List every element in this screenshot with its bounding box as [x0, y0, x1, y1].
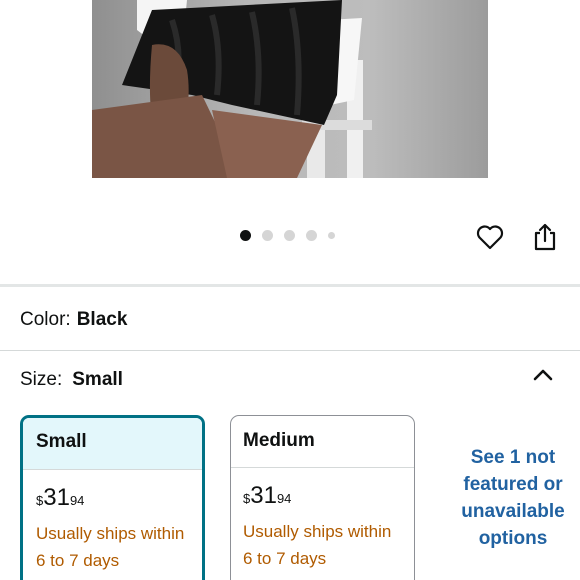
carousel-dot-4[interactable]: [306, 230, 317, 241]
price-whole: 31: [250, 482, 277, 509]
color-label: Color:: [20, 309, 71, 330]
carousel-dot-2[interactable]: [262, 230, 273, 241]
price-whole: 31: [43, 484, 70, 511]
carousel-dot-3[interactable]: [284, 230, 295, 241]
shipping-line-1: Usually ships within: [36, 524, 185, 543]
see-more-line-2: featured or: [463, 474, 563, 495]
size-option-price: $3194: [243, 482, 402, 510]
product-detail-page: Color: Black Size: Small Small $3194 Usual…: [0, 0, 580, 580]
image-carousel-dots[interactable]: [240, 230, 346, 241]
size-option-price: $3194: [36, 484, 190, 512]
shipping-estimate: Usually ships within 6 to 7 days: [36, 520, 190, 574]
see-more-line-4: options: [478, 528, 548, 549]
price-symbol: $: [243, 491, 251, 506]
price-symbol: $: [36, 493, 44, 508]
size-label: Size:: [20, 369, 63, 390]
size-value: Small: [72, 369, 123, 390]
share-button[interactable]: [530, 222, 560, 252]
see-more-line-1: See 1 not: [470, 447, 556, 468]
share-icon: [534, 223, 556, 251]
color-row: Color: Black: [20, 309, 127, 331]
favorite-button[interactable]: [475, 222, 505, 252]
shipping-line-1: Usually ships within: [243, 522, 392, 541]
shipping-line-2: 6 to 7 days: [36, 551, 120, 570]
product-image[interactable]: [92, 0, 488, 178]
color-value: Black: [76, 309, 128, 330]
size-option-name: Medium: [231, 416, 414, 468]
size-option-name: Small: [23, 418, 202, 470]
see-unavailable-options-link[interactable]: See 1 not featured or unavailable option…: [448, 444, 578, 552]
size-option-medium[interactable]: Medium $3194 Usually ships within 6 to 7…: [230, 415, 415, 580]
shipping-line-2: 6 to 7 days: [243, 549, 327, 568]
carousel-dot-1[interactable]: [240, 230, 251, 241]
carousel-dot-5[interactable]: [328, 232, 335, 239]
size-option-small[interactable]: Small $3194 Usually ships within 6 to 7 …: [20, 415, 205, 580]
see-more-line-3: unavailable: [461, 501, 565, 522]
size-row[interactable]: Size: Small: [20, 369, 123, 391]
heart-outline-icon: [476, 225, 504, 250]
price-fraction: 94: [69, 493, 85, 508]
product-photo-illustration: [92, 0, 372, 178]
shipping-estimate: Usually ships within 6 to 7 days: [243, 518, 402, 572]
section-divider: [0, 284, 580, 287]
row-divider: [0, 350, 580, 351]
price-fraction: 94: [276, 491, 292, 506]
chevron-up-icon[interactable]: [532, 366, 554, 384]
